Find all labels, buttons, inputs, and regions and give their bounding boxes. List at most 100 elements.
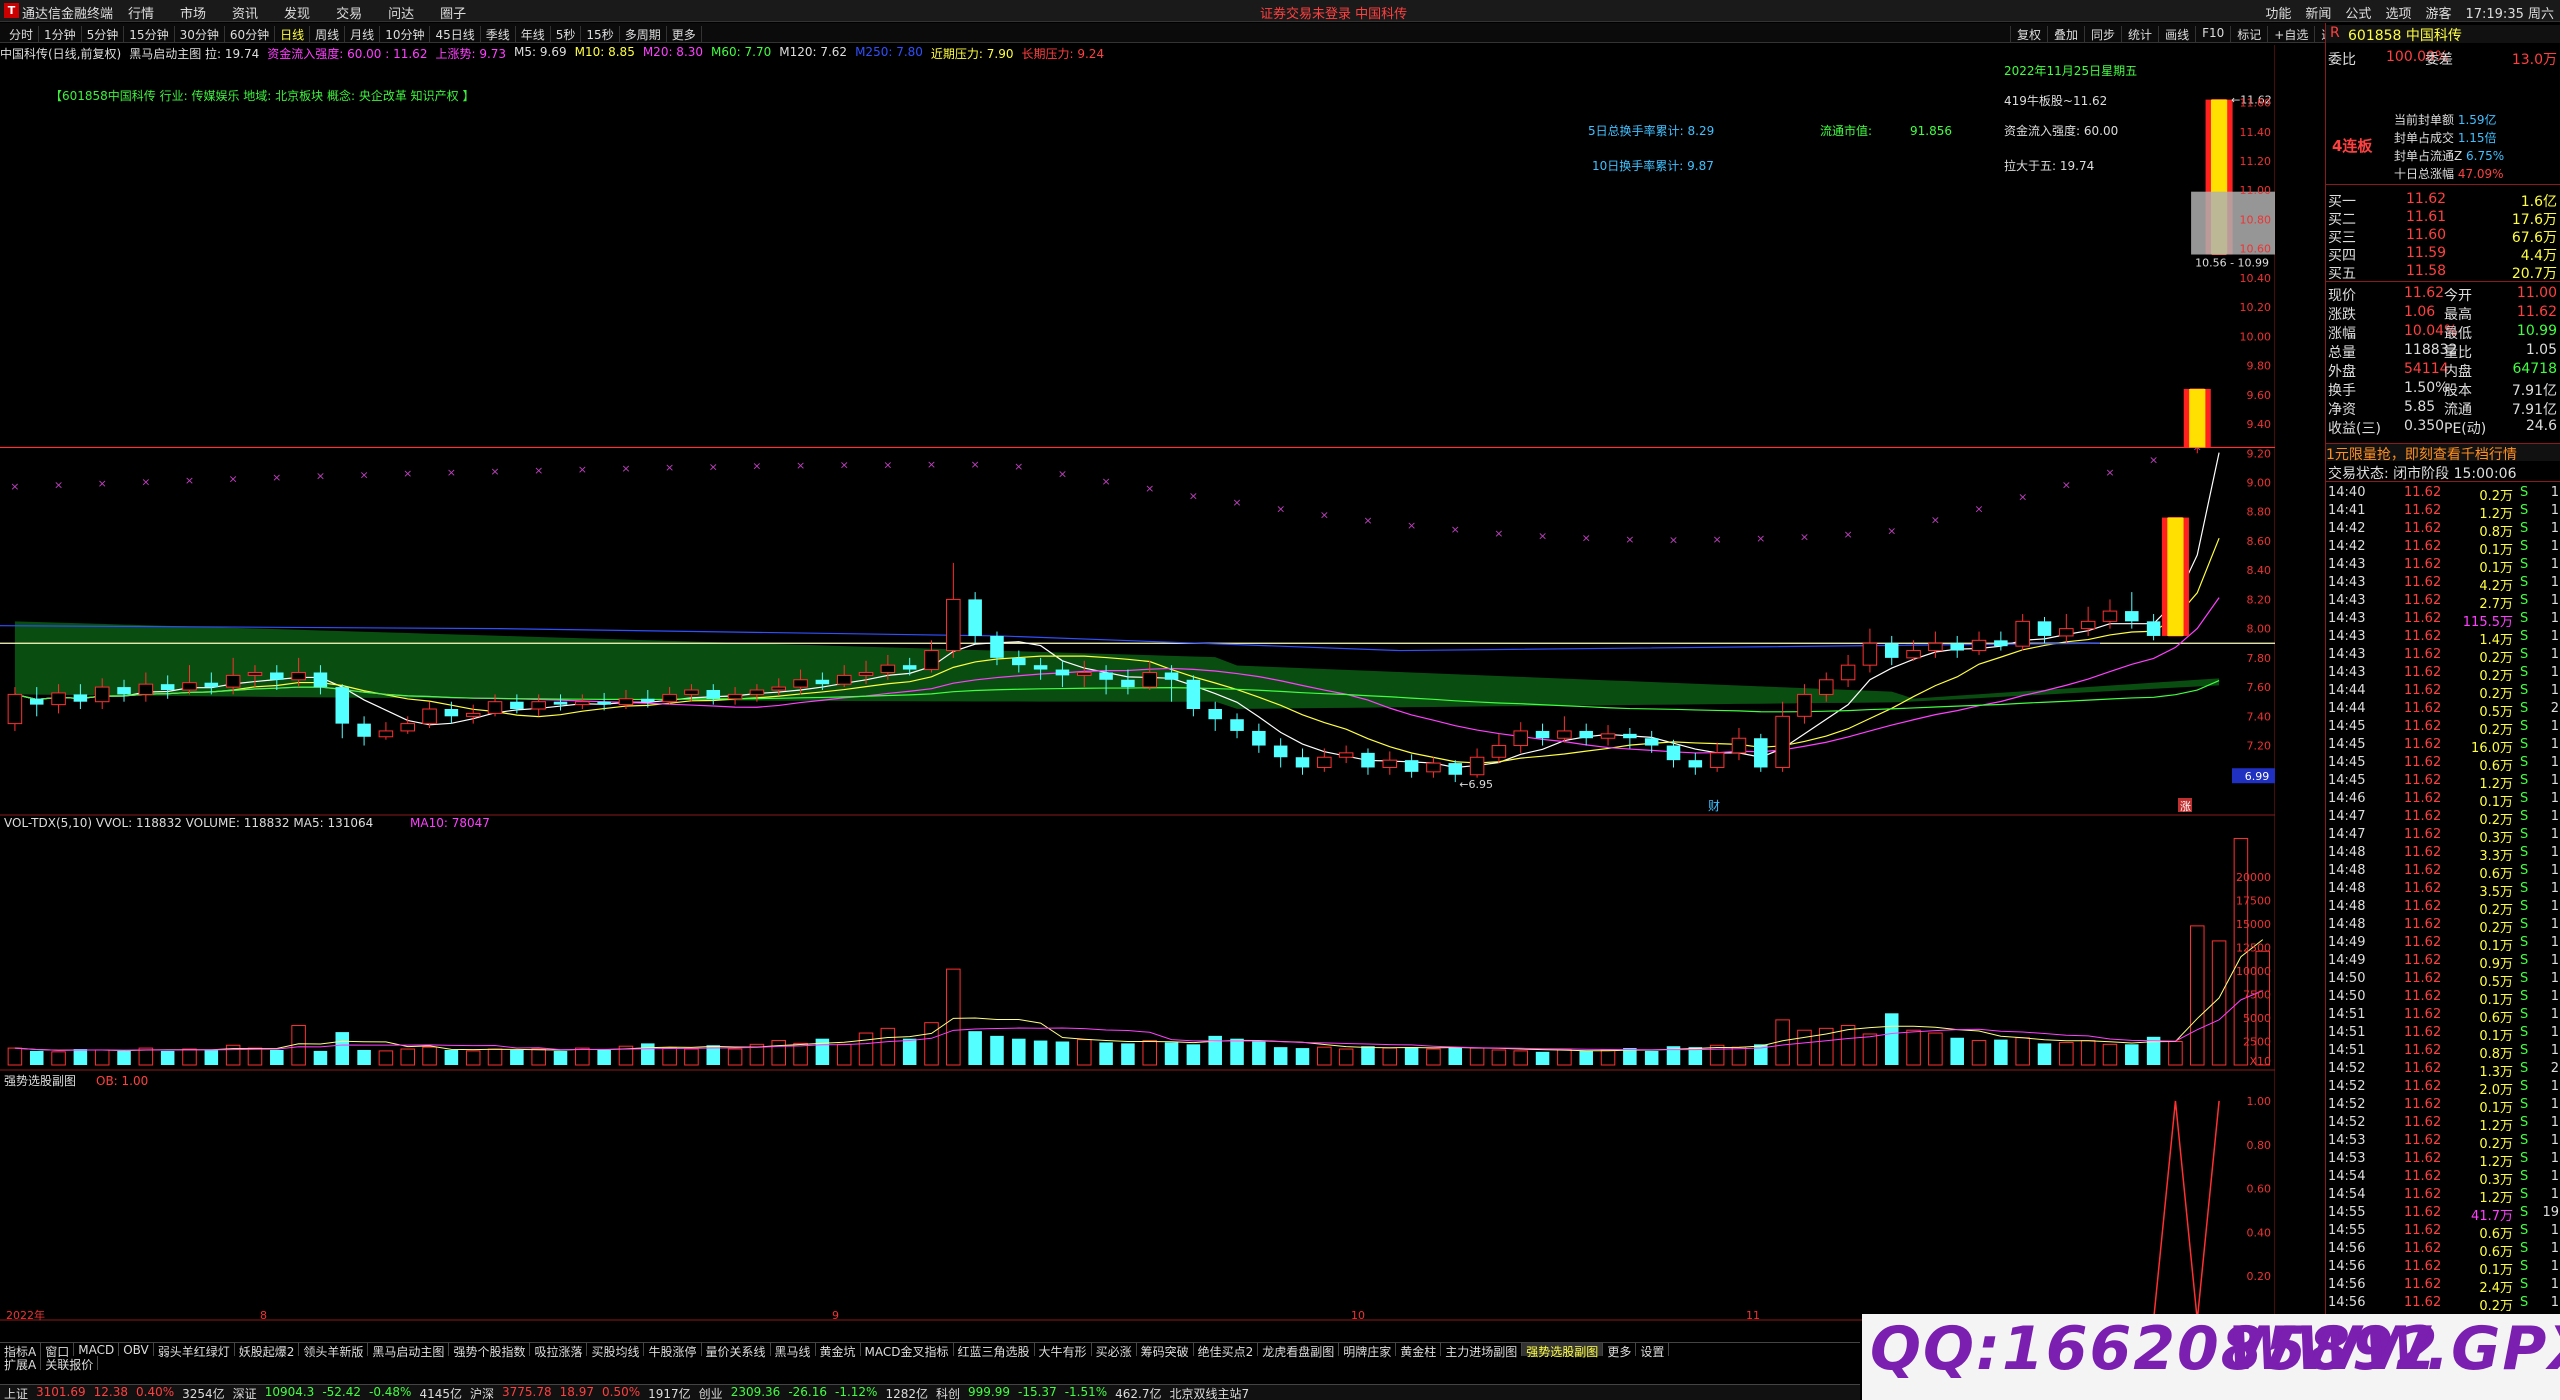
candle[interactable] — [2059, 614, 2074, 644]
candle[interactable] — [465, 704, 481, 724]
promo-banner[interactable]: 1元限量抢，即刻查看千档行情 — [2326, 443, 2560, 461]
extension-tab[interactable]: 关联报价 — [41, 1356, 99, 1372]
period-tab[interactable]: 15分钟 — [124, 26, 175, 43]
indicator-tab[interactable]: 领头羊新版 — [299, 1343, 369, 1359]
indicator-tab[interactable]: 吸拉涨落 — [530, 1343, 588, 1359]
extension-tab[interactable]: 扩展A — [0, 1356, 42, 1372]
indicator-tab[interactable]: 强势个股指数 — [449, 1343, 531, 1359]
period-tab[interactable]: 5分钟 — [82, 26, 125, 43]
indicator-tab[interactable]: OBV — [119, 1343, 154, 1357]
candle[interactable] — [422, 701, 437, 729]
indicator-tab[interactable]: 指标A — [0, 1343, 42, 1359]
chart-tool-button[interactable]: +自选 — [2267, 26, 2314, 43]
period-tab[interactable]: 月线 — [345, 26, 381, 43]
candle[interactable] — [1731, 728, 1747, 761]
indicator-tab[interactable]: 红蓝三角选股 — [954, 1343, 1035, 1359]
menu-item[interactable]: 行情 — [128, 3, 154, 22]
candle[interactable] — [2146, 614, 2161, 641]
indicator-tab[interactable]: 量价关系线 — [702, 1343, 771, 1359]
indicator-tab[interactable]: MACD金叉指标 — [861, 1343, 954, 1359]
candle[interactable] — [444, 701, 459, 724]
menu-item[interactable]: 市场 — [180, 3, 206, 22]
candle[interactable] — [946, 562, 961, 658]
period-tab[interactable]: 季线 — [481, 26, 516, 43]
period-tab[interactable]: 周线 — [310, 26, 346, 43]
candle[interactable] — [1404, 754, 1419, 778]
candle[interactable] — [1535, 723, 1550, 746]
candle[interactable] — [1557, 716, 1572, 743]
indicator-tab[interactable]: 黄金坑 — [816, 1343, 861, 1359]
menu-item[interactable]: 交易 — [336, 3, 362, 22]
chart-tool-button[interactable]: F10 — [2195, 26, 2230, 43]
chart-tool-button[interactable]: 统计 — [2121, 26, 2158, 43]
indicator-tab[interactable]: 黑马线 — [771, 1343, 816, 1359]
period-tab[interactable]: 15秒 — [581, 26, 620, 43]
period-tab[interactable]: 10分钟 — [380, 26, 431, 43]
indicator-tab[interactable]: 明牌庄家 — [1339, 1343, 1397, 1359]
title-right-item[interactable]: 功能 — [2265, 3, 2291, 22]
candle[interactable] — [335, 684, 350, 739]
candle[interactable] — [1950, 635, 1964, 658]
candle[interactable] — [1338, 745, 1354, 764]
period-tab[interactable]: 年线 — [516, 26, 551, 43]
indicator-tab[interactable]: 绝佳买点2 — [1194, 1343, 1259, 1359]
kline-chart[interactable]: × × × × × × × × × × × × × × × × × × × × × × × × × × × × × × × × × × × × × × × ×… — [0, 45, 2275, 1325]
indicator-tab[interactable]: 筹码突破 — [1137, 1343, 1194, 1359]
indicator-tab[interactable]: 设置 — [1636, 1343, 1670, 1359]
candle[interactable] — [1295, 748, 1310, 775]
candle[interactable] — [1469, 748, 1485, 778]
title-right-item[interactable]: 新闻 — [2305, 3, 2331, 22]
candle[interactable] — [1361, 748, 1375, 775]
login-notice[interactable]: 证券交易未登录 中国科传 — [1260, 3, 1407, 22]
candle[interactable] — [1600, 725, 1616, 746]
candle[interactable] — [1884, 635, 1899, 666]
indicator-tab[interactable]: 黄金柱 — [1396, 1343, 1442, 1359]
candle[interactable] — [1971, 631, 1987, 655]
indicator-tab[interactable]: MACD — [74, 1343, 120, 1357]
chart-tool-button[interactable]: 复权 — [2010, 26, 2047, 43]
menu-item[interactable]: 问达 — [388, 3, 414, 22]
candle[interactable] — [924, 640, 939, 673]
chart-tool-button[interactable]: 同步 — [2084, 26, 2121, 43]
candle[interactable] — [1317, 748, 1332, 772]
indicator-tab[interactable]: 强势选股副图 — [1522, 1343, 1604, 1359]
menu-item[interactable]: 圈子 — [440, 3, 466, 22]
title-right-item[interactable]: 17:19:35 周六 — [2465, 3, 2554, 22]
candle[interactable] — [2015, 614, 2030, 651]
candle[interactable] — [1754, 733, 1768, 772]
candle[interactable] — [1862, 628, 1878, 673]
period-tab[interactable]: 30分钟 — [175, 26, 225, 43]
candle[interactable] — [1688, 752, 1703, 775]
indicator-tab[interactable]: 买必涨 — [1092, 1343, 1137, 1359]
candle[interactable] — [968, 592, 982, 644]
candle[interactable] — [1426, 757, 1441, 778]
candle[interactable] — [1513, 722, 1529, 753]
period-tab[interactable]: 5秒 — [551, 26, 582, 43]
candle[interactable] — [1208, 701, 1222, 731]
indicator-tab[interactable]: 龙虎看盘副图 — [1258, 1343, 1340, 1359]
candle[interactable] — [1994, 631, 2008, 651]
candle[interactable] — [378, 722, 394, 740]
indicator-tab[interactable]: 买股均线 — [587, 1343, 645, 1359]
candle[interactable] — [1382, 751, 1398, 775]
menu-item[interactable]: 发现 — [284, 3, 310, 22]
candle[interactable] — [1273, 738, 1288, 768]
period-tab[interactable]: 分时 — [4, 26, 40, 43]
indicator-tab[interactable]: 黑马启动主图 — [368, 1343, 450, 1359]
indicator-tab[interactable]: 更多 — [1603, 1343, 1637, 1359]
candle[interactable] — [1230, 713, 1244, 739]
period-tab[interactable]: 多周期 — [620, 26, 667, 43]
menu-item[interactable]: 资讯 — [232, 3, 258, 22]
period-tab[interactable]: 日线 — [275, 26, 311, 43]
title-right-item[interactable]: 游客 — [2425, 3, 2451, 22]
period-tab[interactable]: 45日线 — [430, 26, 481, 43]
indicator-tab[interactable]: 窗口 — [41, 1343, 75, 1359]
indicator-tab[interactable]: 主力进场副图 — [1441, 1343, 1523, 1359]
candle[interactable] — [400, 716, 416, 734]
candle[interactable] — [1579, 723, 1593, 746]
period-tab[interactable]: 更多 — [667, 26, 702, 43]
title-right-item[interactable]: 选项 — [2385, 3, 2411, 22]
indicator-tab[interactable]: 弱头羊红绿灯 — [154, 1343, 235, 1359]
candle[interactable] — [1840, 654, 1856, 688]
period-tab[interactable]: 1分钟 — [39, 26, 82, 43]
